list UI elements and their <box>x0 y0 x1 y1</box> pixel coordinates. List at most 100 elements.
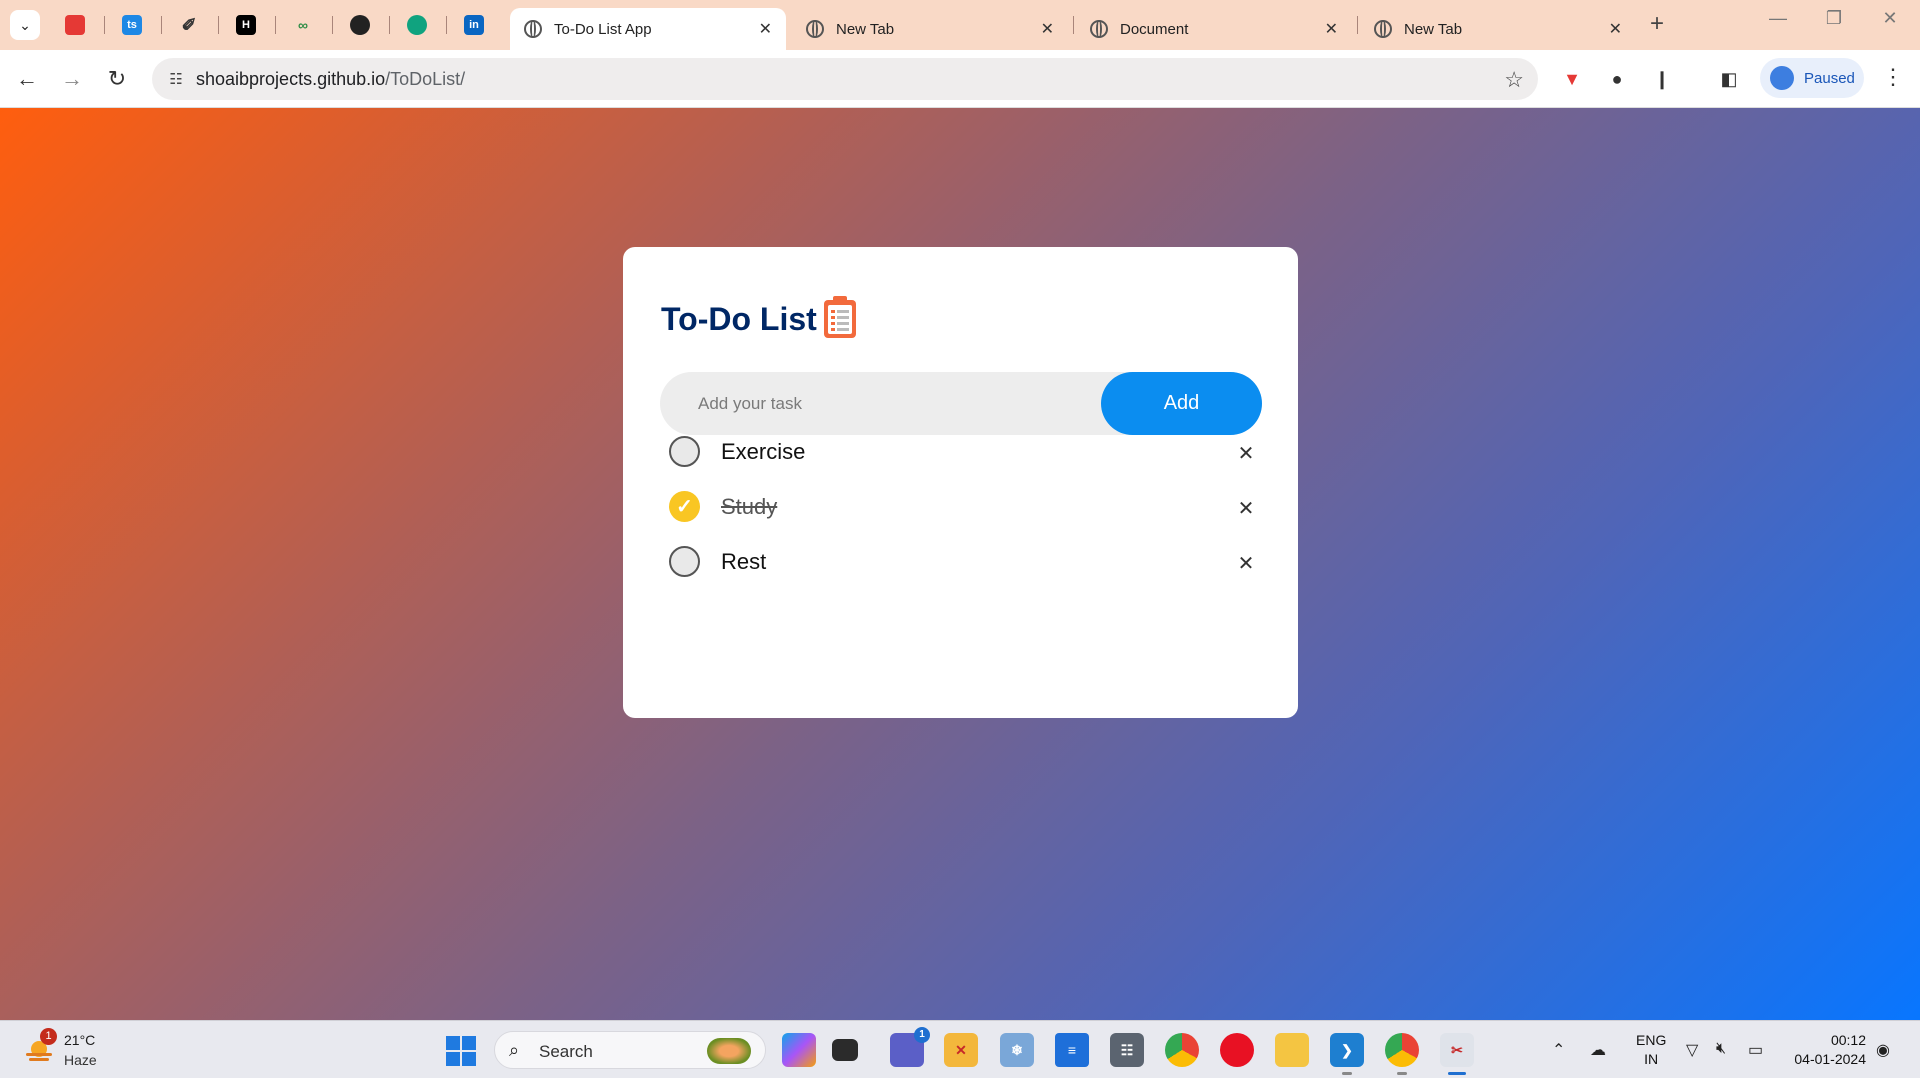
pen-tool-icon: ✐ <box>181 14 197 35</box>
search-icon: ⌕ <box>509 1040 520 1060</box>
snipping-tool-icon[interactable]: ✂ <box>1440 1033 1474 1075</box>
pinned-tab-8[interactable]: in <box>454 10 494 40</box>
taskbar-search-box[interactable]: ⌕ Search <box>494 1031 766 1069</box>
globe-icon <box>1090 20 1108 38</box>
page-background: To-Do List Add Exercise ✕ ✓ Study ✕ Rest <box>0 108 1920 1020</box>
browser-menu-icon[interactable]: ⋮ <box>1882 64 1904 90</box>
forward-arrow-icon[interactable]: → <box>57 64 87 94</box>
tab-todo-list-app[interactable]: To-Do List App ✕ <box>510 8 786 50</box>
muted-speaker-icon[interactable]: 🔇︎ <box>1716 1040 1726 1058</box>
minimize-icon[interactable]: — <box>1758 8 1798 29</box>
close-tab-icon[interactable]: ✕ <box>1325 19 1338 39</box>
add-button[interactable]: Add <box>1101 372 1262 435</box>
back-arrow-icon[interactable]: ← <box>12 64 42 94</box>
dark-reader-extension-icon[interactable]: ● <box>1604 66 1630 92</box>
pinned-tab-4[interactable]: H <box>226 10 266 40</box>
task-label: Rest <box>721 549 767 574</box>
vscode-icon[interactable]: ❯ <box>1330 1033 1364 1075</box>
url-text[interactable]: shoaibprojects.github.io/ToDoList/ <box>196 69 465 90</box>
opera-icon[interactable] <box>1220 1033 1254 1067</box>
site-settings-icon[interactable]: ☷ <box>166 70 186 88</box>
chrome-profile-icon[interactable] <box>1385 1033 1419 1075</box>
app-title: To-Do List <box>661 301 817 337</box>
geeksforgeeks-icon: ∞ <box>298 17 308 33</box>
weather-condition[interactable]: Haze <box>64 1052 97 1068</box>
task-item[interactable]: Rest ✕ <box>669 543 1259 583</box>
github-icon <box>350 15 370 35</box>
tab-divider <box>1357 16 1358 34</box>
checked-circle-icon[interactable]: ✓ <box>669 491 700 522</box>
tab-divider <box>275 16 276 34</box>
unchecked-circle-icon[interactable] <box>669 436 700 467</box>
bookmark-star-icon[interactable]: ☆ <box>1504 67 1524 93</box>
todo-card: To-Do List Add Exercise ✕ ✓ Study ✕ Rest <box>623 247 1298 718</box>
new-tab-plus-icon[interactable]: + <box>1650 10 1664 38</box>
weather-temperature[interactable]: 21°C <box>64 1032 95 1048</box>
show-hidden-icons-chevron-icon[interactable]: ⌃ <box>1552 1040 1565 1060</box>
linkedin-icon: in <box>464 15 484 35</box>
language-indicator[interactable]: ENG IN <box>1636 1031 1666 1069</box>
hackernoon-icon: H <box>236 15 256 35</box>
task-view-icon[interactable] <box>832 1039 858 1061</box>
file-explorer-icon[interactable] <box>1275 1033 1309 1067</box>
wifi-icon[interactable]: ▽ <box>1686 1040 1698 1060</box>
delete-x-icon[interactable]: ✕ <box>1233 550 1259 576</box>
ts-icon: ts <box>122 15 142 35</box>
battery-icon[interactable]: ▭ <box>1748 1040 1763 1060</box>
task-input[interactable] <box>660 372 1100 435</box>
tab-divider <box>218 16 219 34</box>
pinned-tab-6[interactable] <box>340 10 380 40</box>
pocket-extension-icon[interactable]: ▼ <box>1559 66 1585 92</box>
browser-toolbar: ← → ↻ ☷ shoaibprojects.github.io/ToDoLis… <box>0 50 1920 108</box>
pinned-tab-5[interactable]: ∞ <box>283 10 323 40</box>
task-item[interactable]: ✓ Study ✕ <box>669 488 1259 528</box>
snowflake-app-icon[interactable]: ❄ <box>1000 1033 1034 1067</box>
side-panel-icon[interactable]: ◧ <box>1716 66 1742 92</box>
tab-document[interactable]: Document ✕ <box>1076 8 1352 50</box>
pinned-tab-3[interactable]: ✐ <box>169 10 209 40</box>
tab-search-chevron-icon[interactable]: ⌄ <box>10 10 40 40</box>
task-input-row: Add <box>660 372 1262 435</box>
task-item[interactable]: Exercise ✕ <box>669 433 1259 473</box>
close-tab-icon[interactable]: ✕ <box>1041 19 1054 39</box>
tab-new-tab[interactable]: New Tab ✕ <box>792 8 1068 50</box>
close-tab-icon[interactable]: ✕ <box>759 19 772 39</box>
copilot-icon[interactable] <box>782 1033 816 1067</box>
pinned-tab-1[interactable] <box>55 10 95 40</box>
delete-x-icon[interactable]: ✕ <box>1233 440 1259 466</box>
tab-title: Document <box>1120 20 1189 38</box>
snipping-xls-icon[interactable]: ✕ <box>944 1033 978 1067</box>
teams-chat-icon[interactable]: 1 <box>890 1027 930 1067</box>
task-label: Exercise <box>721 439 806 464</box>
onedrive-icon[interactable]: ☁ <box>1590 1040 1606 1060</box>
search-label: Search <box>539 1042 593 1061</box>
unchecked-circle-icon[interactable] <box>669 546 700 577</box>
delete-x-icon[interactable]: ✕ <box>1233 495 1259 521</box>
windows-start-icon[interactable] <box>446 1036 476 1066</box>
tab-divider <box>332 16 333 34</box>
tab-divider <box>161 16 162 34</box>
calculator-icon[interactable]: ☷ <box>1110 1033 1144 1067</box>
pinned-tab-2[interactable]: ts <box>112 10 152 40</box>
notepad-icon[interactable]: ≡ <box>1055 1033 1089 1067</box>
tab-new-tab-2[interactable]: New Tab ✕ <box>1360 8 1636 50</box>
address-bar[interactable]: ☷ shoaibprojects.github.io/ToDoList/ ☆ <box>152 58 1538 100</box>
browser-tab-strip: ⌄ ts ✐ H ∞ in To-Do List App ✕ New Tab ✕ <box>0 0 1920 50</box>
reload-icon[interactable]: ↻ <box>102 64 132 94</box>
globe-icon <box>524 20 542 38</box>
close-tab-icon[interactable]: ✕ <box>1609 19 1622 39</box>
tab-divider <box>389 16 390 34</box>
tab-title: New Tab <box>836 20 895 38</box>
extensions-puzzle-icon[interactable]: ❙ <box>1649 66 1675 92</box>
profile-status: Paused <box>1804 69 1855 87</box>
chatgpt-icon <box>407 15 427 35</box>
search-highlight-image <box>707 1038 751 1064</box>
window-close-icon[interactable]: ✕ <box>1870 8 1910 29</box>
system-clock[interactable]: 00:12 04-01-2024 <box>1788 1031 1866 1069</box>
restore-icon[interactable]: ❐ <box>1814 8 1854 29</box>
chrome-icon[interactable] <box>1165 1033 1199 1067</box>
tab-divider <box>104 16 105 34</box>
profile-button[interactable]: Paused <box>1760 58 1864 98</box>
pinned-tab-7[interactable] <box>397 10 437 40</box>
notification-bell-icon[interactable]: ◉ <box>1876 1040 1890 1060</box>
